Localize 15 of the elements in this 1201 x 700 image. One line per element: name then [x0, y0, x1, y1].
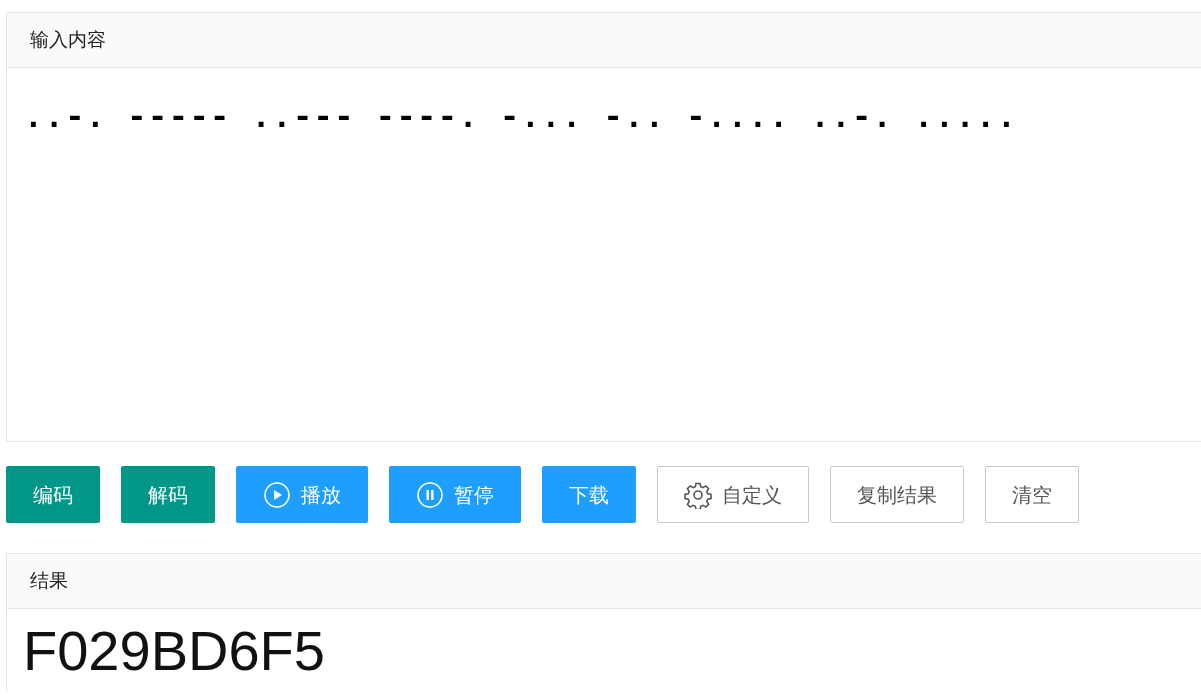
gear-icon: [684, 480, 712, 509]
play-icon: [263, 480, 291, 509]
button[interactable]: 清空: [985, 466, 1079, 523]
button[interactable]: 自定义: [657, 466, 809, 523]
button[interactable]: 下载: [542, 466, 636, 523]
button[interactable]: 编码: [6, 466, 100, 523]
panel-title: 结果: [6, 553, 1201, 609]
button[interactable]: 暂停: [389, 466, 521, 523]
pause-icon: [416, 480, 444, 509]
button[interactable]: 解码: [121, 466, 215, 523]
input-field[interactable]: ..-. ----- ..--- ----. -... -.. -.... ..-. .....: [6, 68, 1201, 442]
result-text: F029BD6F5: [23, 619, 325, 682]
button[interactable]: 复制结果: [830, 466, 964, 523]
panel-title: 输入内容: [6, 12, 1201, 68]
button[interactable]: 播放: [236, 466, 368, 523]
